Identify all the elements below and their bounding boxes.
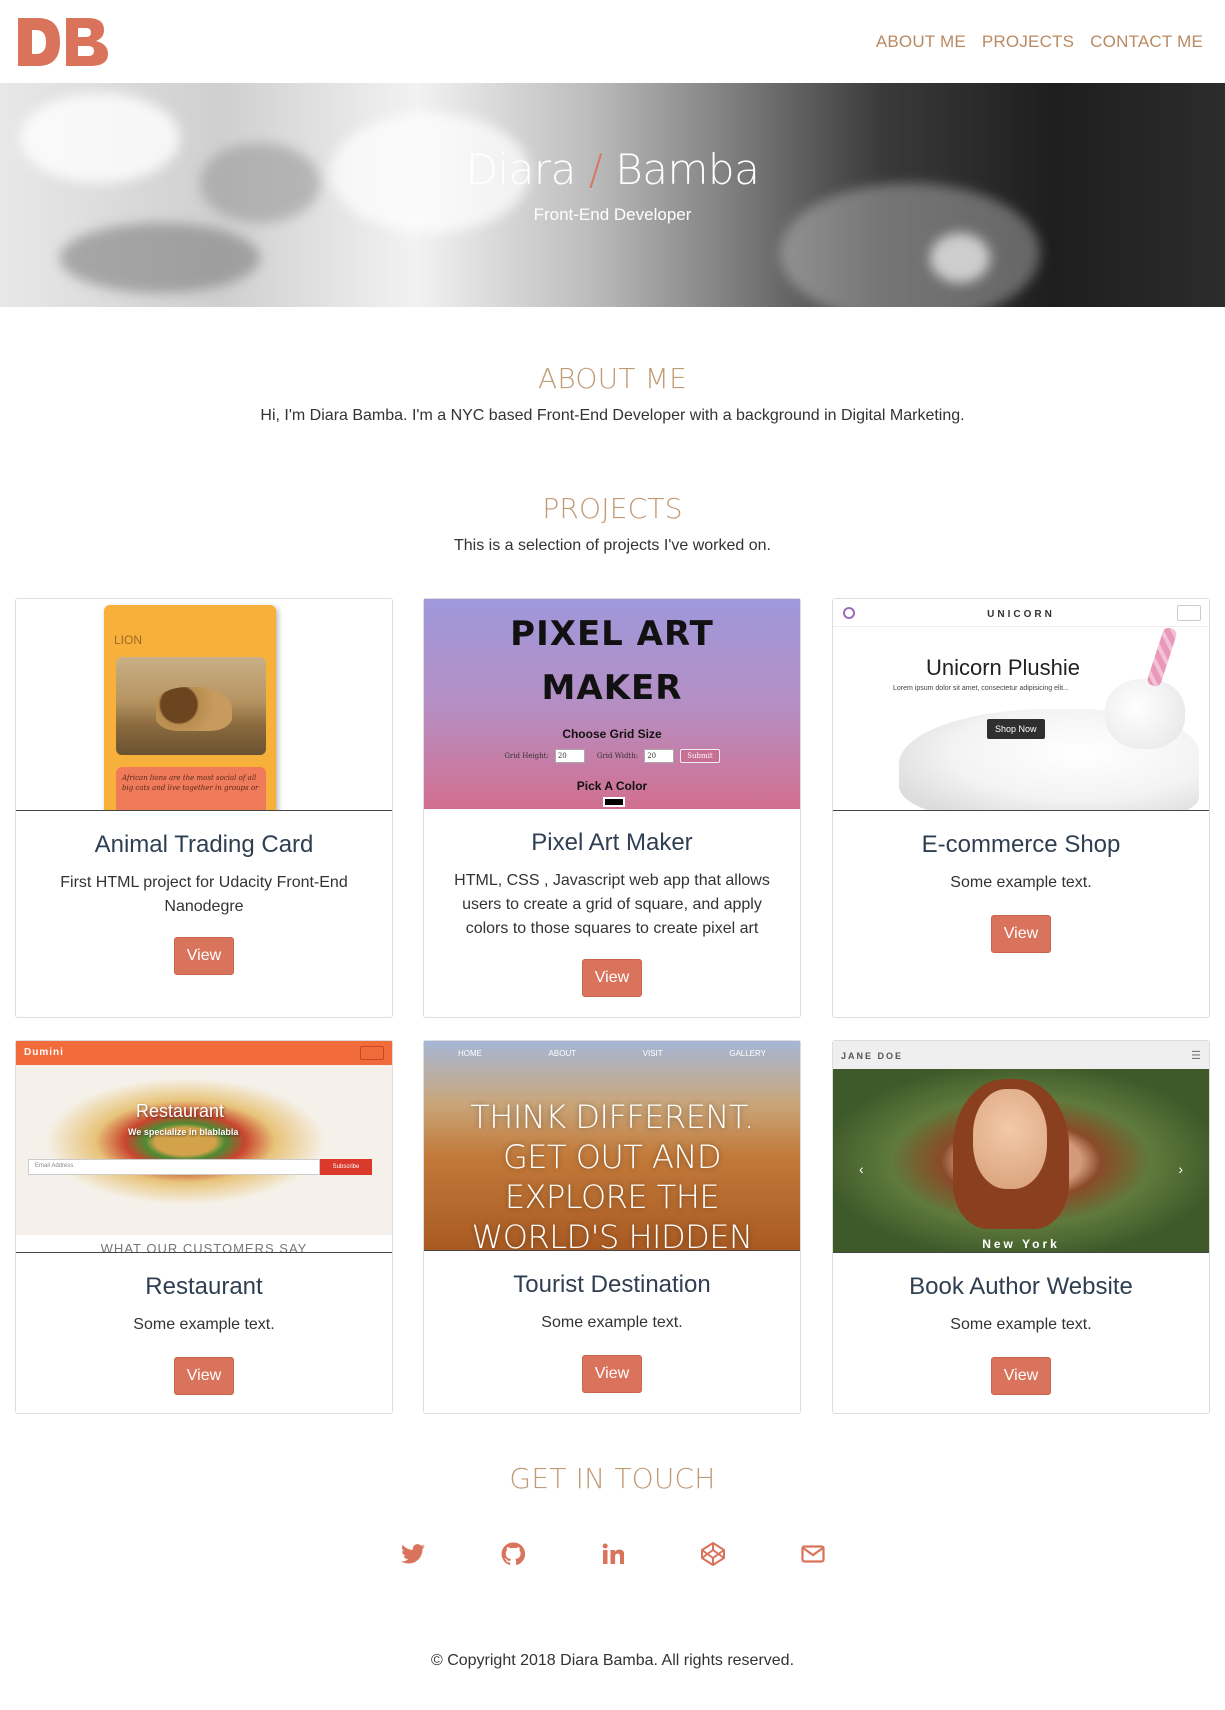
project-thumbnail[interactable]: Dumini Restaurant We specialize in blabl… xyxy=(16,1041,392,1253)
nav-contact-me[interactable]: CONTACT ME xyxy=(1090,32,1203,52)
view-button[interactable]: View xyxy=(991,915,1051,953)
thumb-lorem: Lorem ipsum dolor sit amet, consectetur … xyxy=(893,685,1069,692)
headline-line1: THINK DIFFERENT. xyxy=(470,1098,754,1136)
card-text: Some example text. xyxy=(541,1314,683,1331)
thumb-nav-about: ABOUT xyxy=(548,1049,577,1058)
thumb-title-line2: MAKER xyxy=(541,668,683,708)
thumb-headline: THINK DIFFERENT. GET OUT AND EXPLORE THE… xyxy=(424,1097,800,1251)
card-text: Some example text. xyxy=(950,1316,1092,1333)
project-thumbnail[interactable]: PIXEL ART MAKER Choose Grid Size Grid He… xyxy=(424,599,800,809)
about-title: ABOUT ME xyxy=(538,362,687,395)
card-title: Animal Trading Card xyxy=(94,831,314,858)
card-title: Pixel Art Maker xyxy=(531,829,693,856)
thumb-shop-now: Shop Now xyxy=(987,719,1045,739)
thumb-label: LION xyxy=(114,633,143,647)
hero-subtitle: Front-End Developer xyxy=(533,205,692,224)
project-card-animal-trading-card: LION African lions are the most social o… xyxy=(15,598,393,1018)
project-card-pixel-art-maker: PIXEL ART MAKER Choose Grid Size Grid He… xyxy=(423,598,801,1018)
hero-banner: Diara / Bamba Front-End Developer xyxy=(0,83,1225,307)
card-text: Some example text. xyxy=(133,1316,275,1333)
thumb-grid-label: Choose Grid Size xyxy=(562,727,662,741)
thumb-height-label: Grid Height: xyxy=(504,752,549,760)
contact-title: GET IN TOUCH xyxy=(509,1462,716,1495)
headline-line4: WORLD'S HIDDEN xyxy=(471,1218,753,1251)
thumb-height-input: 20 xyxy=(554,749,585,763)
view-button[interactable]: View xyxy=(174,1357,234,1395)
color-swatch xyxy=(603,797,625,807)
envelope-icon[interactable] xyxy=(797,1538,829,1570)
project-thumbnail[interactable]: UNICORN Unicorn Plushie Lorem ipsum dolo… xyxy=(833,599,1209,811)
card-title: Tourist Destination xyxy=(513,1271,711,1298)
carousel-next-icon: › xyxy=(1178,1161,1183,1177)
projects-title: PROJECTS xyxy=(542,492,683,525)
card-text: HTML, CSS , Javascript web app that allo… xyxy=(454,872,770,937)
thumb-width-label: Grid Width: xyxy=(596,752,639,760)
view-button[interactable]: View xyxy=(174,937,234,975)
thumb-heading: Unicorn Plushie xyxy=(925,655,1081,680)
menu-icon: ☰ xyxy=(1191,1050,1201,1062)
project-thumbnail[interactable]: JANE DOE ☰ ‹ › New York xyxy=(833,1041,1209,1253)
thumb-subheading: We specialize in blablabla xyxy=(128,1127,239,1137)
github-icon[interactable] xyxy=(497,1538,529,1570)
linkedin-icon[interactable] xyxy=(597,1538,629,1570)
thumb-email-input: Email Address xyxy=(28,1159,320,1175)
menu-icon xyxy=(360,1046,384,1060)
hero-last-name: Bamba xyxy=(615,145,760,194)
codepen-icon[interactable] xyxy=(697,1538,729,1570)
thumb-submit: Submit xyxy=(680,749,720,763)
view-button[interactable]: View xyxy=(582,1355,642,1393)
copyright-text: © Copyright 2018 Diara Bamba. All rights… xyxy=(430,1652,795,1669)
card-title: E-commerce Shop xyxy=(921,831,1121,858)
hero-title: Diara / Bamba xyxy=(0,145,1225,194)
thumb-nav-gallery: GALLERY xyxy=(729,1049,766,1058)
thumb-color-label: Pick A Color xyxy=(576,779,648,793)
project-card-tourist-destination: HOME ABOUT VISIT GALLERY THINK DIFFERENT… xyxy=(423,1040,801,1414)
thumb-width-input: 20 xyxy=(644,749,675,763)
card-title: Restaurant xyxy=(145,1273,263,1300)
project-thumbnail[interactable]: HOME ABOUT VISIT GALLERY THINK DIFFERENT… xyxy=(424,1041,800,1251)
thumb-nav-visit: VISIT xyxy=(642,1049,663,1058)
projects-intro: This is a selection of projects I've wor… xyxy=(454,537,771,554)
project-card-ecommerce-shop: UNICORN Unicorn Plushie Lorem ipsum dolo… xyxy=(832,598,1210,1018)
card-title: Book Author Website xyxy=(909,1273,1133,1300)
thumb-nav-home: HOME xyxy=(458,1049,482,1058)
card-text: Some example text. xyxy=(950,874,1092,891)
view-button[interactable]: View xyxy=(582,959,642,997)
thumb-caption: New York xyxy=(982,1237,1060,1251)
nav-about-me[interactable]: ABOUT ME xyxy=(876,32,966,52)
hero-first-name: Diara xyxy=(465,145,577,194)
headline-line2: GET OUT AND xyxy=(502,1138,722,1176)
thumb-brand: JANE DOE xyxy=(841,1051,904,1061)
thumb-brand: UNICORN xyxy=(987,609,1055,620)
view-button[interactable]: View xyxy=(991,1357,1051,1395)
menu-icon xyxy=(1177,605,1201,621)
project-thumbnail[interactable]: LION African lions are the most social o… xyxy=(16,599,392,811)
hero-separator: / xyxy=(588,145,603,194)
thumb-description: African lions are the most social of all… xyxy=(116,767,266,810)
food-photo xyxy=(16,1065,392,1235)
thumb-bottom-text: WHAT OUR CUSTOMERS SAY xyxy=(100,1241,308,1253)
carousel-prev-icon: ‹ xyxy=(859,1161,864,1177)
project-card-restaurant: Dumini Restaurant We specialize in blabl… xyxy=(15,1040,393,1414)
thumb-brand: Dumini xyxy=(24,1047,64,1058)
about-text: Hi, I'm Diara Bamba. I'm a NYC based Fro… xyxy=(260,407,965,424)
twitter-icon[interactable] xyxy=(397,1538,429,1570)
logo[interactable] xyxy=(16,14,116,70)
nav-projects[interactable]: PROJECTS xyxy=(982,32,1074,52)
project-card-book-author-website: JANE DOE ☰ ‹ › New York Book Author Webs… xyxy=(832,1040,1210,1414)
thumb-nav: HOME ABOUT VISIT GALLERY xyxy=(424,1049,800,1058)
card-text: First HTML project for Udacity Front-End… xyxy=(60,874,348,915)
main-nav: ABOUT ME PROJECTS CONTACT ME xyxy=(876,32,1203,52)
thumb-subscribe: Subscribe xyxy=(320,1159,372,1175)
thumb-heading: Restaurant xyxy=(136,1101,225,1121)
thumb-title-line1: PIXEL ART xyxy=(510,614,714,654)
social-links xyxy=(0,1538,1225,1570)
lion-photo xyxy=(116,657,266,755)
headline-line3: EXPLORE THE xyxy=(504,1178,720,1216)
